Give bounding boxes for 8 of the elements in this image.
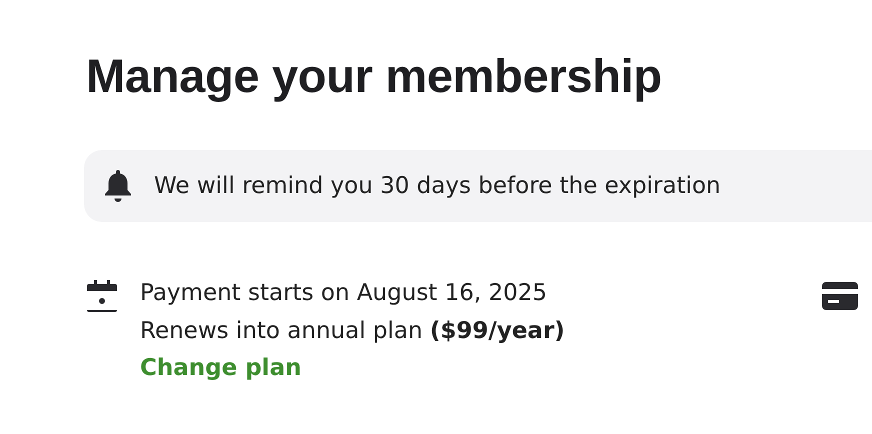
change-plan-link[interactable]: Change plan xyxy=(140,350,302,386)
credit-card-icon xyxy=(822,282,858,310)
payment-info-text: Payment starts on August 16, 2025 xyxy=(140,279,548,308)
calendar-icon xyxy=(86,280,118,312)
reminder-text: We will remind you 30 days before the expiration xyxy=(154,173,721,199)
page-title: Manage your membership xyxy=(86,48,663,104)
payment-info-text: Renews into annual plan ($99/year) xyxy=(140,317,566,346)
bell-icon xyxy=(104,169,132,203)
